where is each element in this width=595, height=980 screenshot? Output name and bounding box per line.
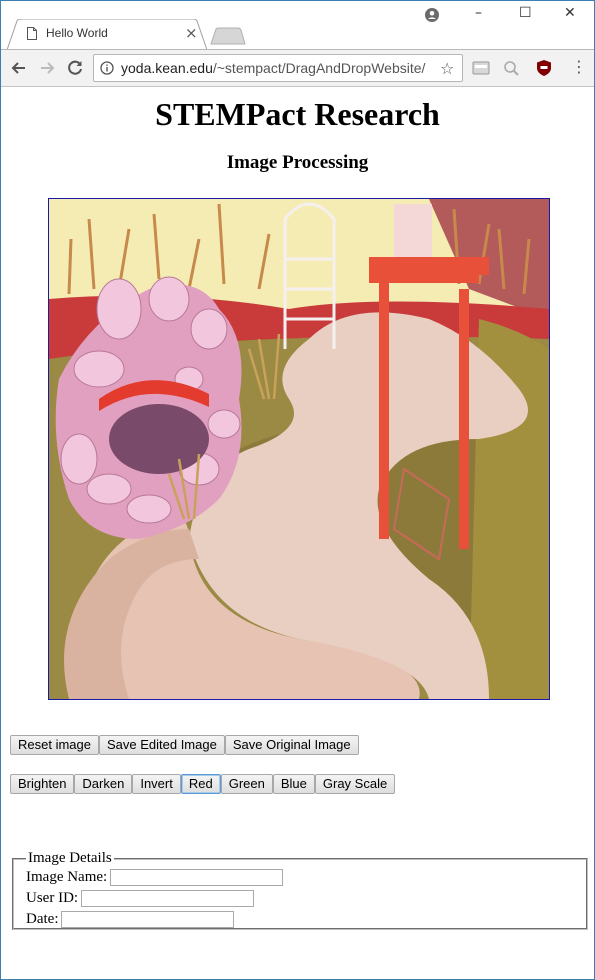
search-extension-icon[interactable] bbox=[502, 59, 520, 77]
gray-scale-button[interactable]: Gray Scale bbox=[314, 774, 396, 794]
tab-strip: Hello World × – ☐ ✕ bbox=[1, 1, 594, 50]
browser-toolbar: yoda.kean.edu/~stempact/DragAndDropWebsi… bbox=[1, 49, 594, 87]
processed-garden-image bbox=[48, 198, 550, 700]
image-name-input[interactable] bbox=[110, 869, 284, 886]
image-name-row: Image Name: bbox=[26, 867, 574, 888]
page-icon bbox=[27, 27, 37, 40]
filter-button-row: Brighten Darken Invert Red Green Blue Gr… bbox=[10, 774, 396, 794]
reload-icon[interactable] bbox=[65, 58, 85, 78]
user-id-label: User ID: bbox=[26, 890, 79, 906]
green-filter-button[interactable]: Green bbox=[220, 774, 273, 794]
page-content: STEMPact Research Image Processing Reset… bbox=[1, 86, 594, 979]
back-icon[interactable] bbox=[9, 58, 29, 78]
page-title: STEMPact Research bbox=[155, 96, 440, 132]
user-id-input[interactable] bbox=[81, 890, 255, 907]
menu-icon[interactable]: ⋮ bbox=[571, 57, 587, 76]
star-icon[interactable]: ☆ bbox=[440, 59, 454, 78]
close-window-button[interactable]: ✕ bbox=[564, 5, 576, 21]
date-label: Date: bbox=[26, 911, 59, 927]
tab-title: Hello World bbox=[46, 26, 108, 40]
image-details-legend: Image Details bbox=[28, 850, 112, 866]
url-text: yoda.kean.edu/~stempact/DragAndDropWebsi… bbox=[121, 60, 425, 76]
date-row: Date: bbox=[26, 909, 574, 930]
date-input[interactable] bbox=[61, 911, 235, 928]
file-button-row: Reset image Save Edited Image Save Origi… bbox=[10, 735, 359, 755]
save-original-image-button[interactable]: Save Original Image bbox=[224, 735, 359, 755]
image-details-fieldset: Image Details Image Name: User ID: Date: bbox=[12, 850, 588, 930]
ublock-icon[interactable] bbox=[535, 59, 553, 77]
address-bar[interactable]: yoda.kean.edu/~stempact/DragAndDropWebsi… bbox=[93, 54, 463, 82]
red-filter-button[interactable]: Red bbox=[180, 774, 221, 794]
minimize-button[interactable]: – bbox=[475, 5, 482, 21]
invert-button[interactable]: Invert bbox=[132, 774, 181, 794]
page-subtitle: Image Processing bbox=[226, 152, 369, 173]
image-name-label: Image Name: bbox=[26, 869, 108, 885]
save-edited-image-button[interactable]: Save Edited Image bbox=[98, 735, 225, 755]
darken-button[interactable]: Darken bbox=[74, 774, 133, 794]
forward-icon[interactable] bbox=[37, 58, 57, 78]
blue-filter-button[interactable]: Blue bbox=[272, 774, 315, 794]
profile-icon[interactable] bbox=[425, 8, 439, 22]
browser-window: Hello World × – ☐ ✕ yoda.kean.edu/~stemp… bbox=[0, 0, 595, 980]
extension-icon[interactable] bbox=[472, 59, 490, 77]
brighten-button[interactable]: Brighten bbox=[10, 774, 75, 794]
user-id-row: User ID: bbox=[26, 888, 574, 909]
reset-image-button[interactable]: Reset image bbox=[10, 735, 99, 755]
tab-close-icon[interactable]: × bbox=[185, 24, 198, 42]
url-host: yoda.kean.edu bbox=[121, 60, 213, 76]
garden-image-drawing bbox=[49, 199, 549, 699]
url-path: /~stempact/DragAndDropWebsite/ bbox=[212, 60, 426, 76]
info-icon[interactable] bbox=[100, 61, 114, 75]
maximize-button[interactable]: ☐ bbox=[519, 5, 532, 21]
new-tab-button[interactable] bbox=[210, 27, 246, 45]
